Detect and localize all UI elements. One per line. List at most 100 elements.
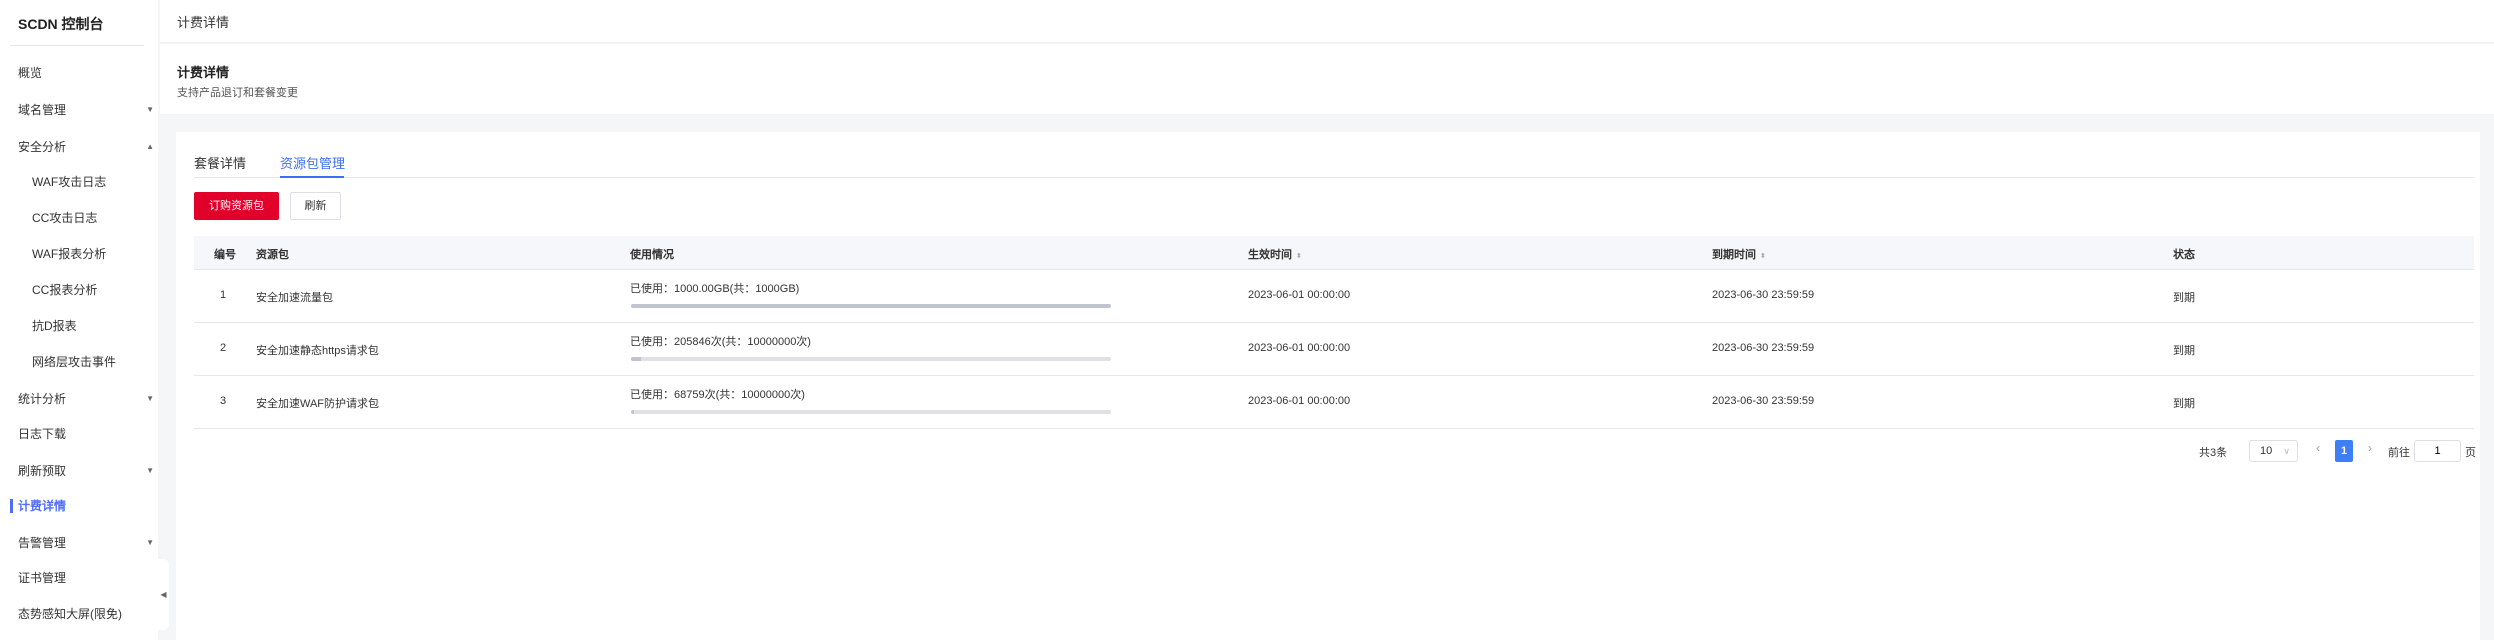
col-start-time[interactable]: 生效时间 ⬍ bbox=[1248, 246, 1302, 262]
cell-usage: 已使用：1000.00GB(共：1000GB) bbox=[630, 283, 800, 295]
sort-icon[interactable]: ⬍ bbox=[1760, 253, 1766, 260]
cell-end-time: 2023-06-30 23:59:59 bbox=[1712, 289, 1815, 301]
sidebar-item[interactable]: 日志下载 bbox=[18, 424, 158, 444]
next-page-icon[interactable]: › bbox=[2368, 441, 2372, 455]
cell-status: 到期 bbox=[2173, 345, 2195, 357]
sidebar-item-label: 统计分析 bbox=[18, 392, 67, 406]
top-bar: 计费详情 bbox=[160, 0, 2494, 43]
col-package: 资源包 bbox=[256, 249, 289, 261]
goto-label: 前往 bbox=[2388, 447, 2410, 459]
sidebar-item[interactable]: CC攻击日志 bbox=[32, 208, 172, 228]
sidebar-item[interactable]: 统计分析 ▼ bbox=[18, 389, 158, 409]
sidebar-item-label: 态势感知大屏(限免) bbox=[18, 607, 122, 621]
sidebar-item-label: 刷新预取 bbox=[18, 464, 67, 478]
active-tab-indicator bbox=[280, 176, 344, 178]
goto-page-input[interactable] bbox=[2414, 440, 2461, 462]
cell-start-time: 2023-06-01 00:00:00 bbox=[1248, 342, 1351, 354]
sidebar-item-label: 安全分析 bbox=[18, 140, 67, 154]
sidebar-item-label: 抗D报表 bbox=[32, 319, 77, 333]
sidebar-item[interactable]: 抗D报表 bbox=[32, 316, 172, 336]
collapse-sidebar-icon[interactable]: ◀ bbox=[158, 559, 169, 630]
col-end-label: 到期时间 bbox=[1712, 249, 1756, 261]
sidebar-item-label: 概览 bbox=[18, 66, 43, 80]
sidebar-item-label: 网络层攻击事件 bbox=[32, 355, 117, 369]
usage-progress-bar bbox=[631, 410, 1111, 414]
sidebar-item-label: WAF攻击日志 bbox=[32, 175, 107, 189]
content-card: 套餐详情 资源包管理 订购资源包 刷新 编号 资源包 使用情况 生效时间 ⬍ 到期… bbox=[176, 132, 2480, 640]
sidebar-item[interactable]: WAF报表分析 bbox=[32, 244, 172, 264]
breadcrumb: 计费详情 bbox=[177, 15, 230, 30]
sidebar-item[interactable]: 态势感知大屏(限免) bbox=[18, 604, 158, 624]
prev-page-icon[interactable]: ‹ bbox=[2316, 441, 2320, 455]
cell-no: 1 bbox=[220, 289, 227, 301]
sidebar-item-label: CC攻击日志 bbox=[32, 211, 98, 225]
page-size-select[interactable]: 10 ∨ bbox=[2249, 440, 2298, 462]
sidebar-item[interactable]: 计费详情 bbox=[10, 496, 158, 516]
cell-start-time: 2023-06-01 00:00:00 bbox=[1248, 289, 1351, 301]
cell-package: 安全加速WAF防护请求包 bbox=[256, 398, 380, 410]
sidebar-item[interactable]: 告警管理 ▼ bbox=[18, 533, 158, 553]
cell-end-time: 2023-06-30 23:59:59 bbox=[1712, 395, 1815, 407]
usage-progress-bar bbox=[631, 304, 1111, 308]
page-title: 计费详情 bbox=[177, 65, 230, 80]
sidebar-item-label: 计费详情 bbox=[18, 499, 67, 513]
app-title: SCDN 控制台 bbox=[18, 16, 104, 32]
sidebar-item-label: 告警管理 bbox=[18, 536, 67, 550]
caret-down-icon[interactable]: ▼ bbox=[146, 389, 154, 409]
cell-usage: 已使用：205846次(共：10000000次) bbox=[630, 336, 811, 348]
sidebar-item[interactable]: 网络层攻击事件 bbox=[32, 352, 172, 372]
cell-start-time: 2023-06-01 00:00:00 bbox=[1248, 395, 1351, 407]
page-subtitle: 支持产品退订和套餐变更 bbox=[177, 87, 298, 99]
cell-status: 到期 bbox=[2173, 292, 2195, 304]
usage-progress-fill bbox=[631, 410, 635, 414]
cell-package: 安全加速静态https请求包 bbox=[256, 345, 379, 357]
cell-no: 2 bbox=[220, 342, 227, 354]
tab-resource-package[interactable]: 资源包管理 bbox=[280, 153, 345, 178]
sidebar-item[interactable]: CC报表分析 bbox=[32, 280, 172, 300]
page-unit-label: 页 bbox=[2465, 447, 2476, 459]
refresh-button[interactable]: 刷新 bbox=[290, 192, 341, 220]
chevron-down-icon: ∨ bbox=[2283, 446, 2290, 456]
table-header: 编号 资源包 使用情况 生效时间 ⬍ 到期时间 ⬍ 状态 bbox=[194, 236, 2474, 270]
sidebar-item-label: 日志下载 bbox=[18, 427, 67, 441]
sidebar-item-label: CC报表分析 bbox=[32, 283, 98, 297]
col-no: 编号 bbox=[214, 249, 236, 261]
total-count: 共3条 bbox=[2199, 447, 2228, 459]
page-1-button[interactable]: 1 bbox=[2335, 440, 2353, 462]
sidebar-item[interactable]: 证书管理 bbox=[18, 568, 158, 588]
sort-icon[interactable]: ⬍ bbox=[1296, 253, 1302, 260]
sidebar-item[interactable]: 概览 bbox=[18, 63, 158, 83]
col-usage: 使用情况 bbox=[630, 249, 674, 261]
order-package-button[interactable]: 订购资源包 bbox=[194, 192, 279, 220]
cell-end-time: 2023-06-30 23:59:59 bbox=[1712, 342, 1815, 354]
usage-progress-fill bbox=[631, 357, 641, 361]
sidebar-item[interactable]: WAF攻击日志 bbox=[32, 172, 172, 192]
sidebar-item-label: 证书管理 bbox=[18, 571, 67, 585]
table-row: 3 安全加速WAF防护请求包 已使用：68759次(共：10000000次) 2… bbox=[194, 376, 2474, 429]
cell-usage: 已使用：68759次(共：10000000次) bbox=[630, 389, 805, 401]
sidebar-item[interactable]: 刷新预取 ▼ bbox=[18, 461, 158, 481]
usage-progress-bar bbox=[631, 357, 1111, 361]
cell-status: 到期 bbox=[2173, 398, 2195, 410]
tab-package-details[interactable]: 套餐详情 bbox=[194, 153, 246, 178]
tab-divider bbox=[194, 177, 2474, 178]
cell-package: 安全加速流量包 bbox=[256, 292, 333, 304]
col-start-label: 生效时间 bbox=[1248, 249, 1292, 261]
sidebar-item[interactable]: 域名管理 ▼ bbox=[18, 100, 158, 120]
page-size-value: 10 bbox=[2260, 445, 2273, 457]
col-end-time[interactable]: 到期时间 ⬍ bbox=[1712, 246, 1766, 262]
active-indicator bbox=[10, 499, 13, 513]
caret-down-icon[interactable]: ▼ bbox=[146, 100, 154, 120]
cell-no: 3 bbox=[220, 395, 227, 407]
caret-down-icon[interactable]: ▼ bbox=[146, 533, 154, 553]
caret-down-icon[interactable]: ▼ bbox=[146, 461, 154, 481]
col-status: 状态 bbox=[2173, 249, 2195, 261]
divider bbox=[10, 45, 144, 46]
sidebar-item[interactable]: 安全分析 ▲ bbox=[18, 137, 158, 157]
page-header: 计费详情 支持产品退订和套餐变更 bbox=[160, 44, 2494, 114]
usage-progress-fill bbox=[631, 304, 1111, 308]
sidebar-item-label: 域名管理 bbox=[18, 103, 67, 117]
table-row: 2 安全加速静态https请求包 已使用：205846次(共：10000000次… bbox=[194, 323, 2474, 376]
sidebar: SCDN 控制台 概览 域名管理 ▼ 安全分析 ▲ WAF攻击日志 CC攻击日志 WAF报表分… bbox=[0, 0, 158, 640]
caret-up-icon[interactable]: ▲ bbox=[146, 137, 154, 157]
